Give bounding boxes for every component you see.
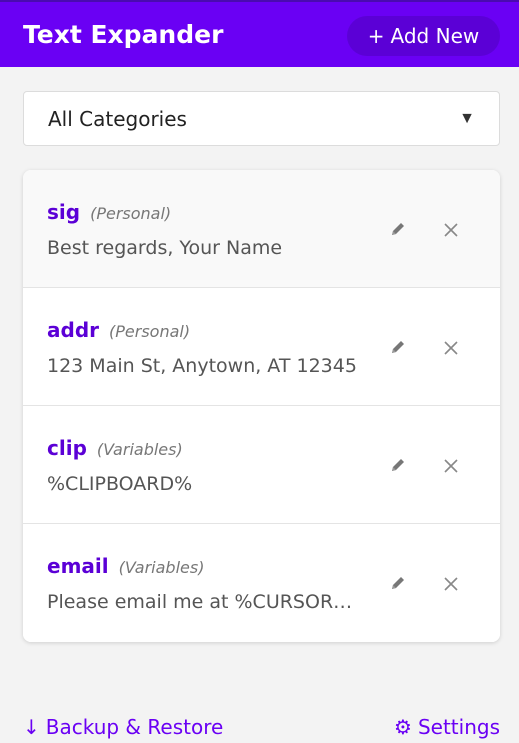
backup-restore-label: Backup & Restore [45,715,224,739]
settings-link[interactable]: ⚙ Settings [394,715,500,739]
snippet-category: (Variables) [118,558,205,577]
chevron-down-icon: ▼ [459,109,475,127]
snippet-row-addr[interactable]: addr (Personal) 123 Main St, Anytown, AT … [23,288,500,406]
snippet-expansion: 123 Main St, Anytown, AT 12345 [47,355,357,377]
snippet-shortcut: clip [47,436,87,460]
edit-icon[interactable] [387,572,409,594]
download-arrow-icon: ↓ [23,715,40,739]
snippet-list: sig (Personal) Best regards, Your Name ad… [23,170,500,642]
snippet-row-sig[interactable]: sig (Personal) Best regards, Your Name [23,170,500,288]
add-new-label: Add New [390,24,480,48]
add-new-button[interactable]: + Add New [347,16,500,56]
app-title: Text Expander [23,20,224,49]
edit-icon[interactable] [387,454,409,476]
settings-label: Settings [417,715,500,739]
plus-icon: + [367,24,385,48]
snippet-expansion: Please email me at %CURSOR%... [47,591,367,613]
snippet-shortcut: email [47,554,109,578]
category-filter-select[interactable]: All Categories ▼ [23,91,500,146]
edit-icon[interactable] [387,218,409,240]
snippet-expansion: %CLIPBOARD% [47,473,193,495]
snippet-row-clip[interactable]: clip (Variables) %CLIPBOARD% [23,406,500,524]
delete-icon[interactable] [440,337,462,359]
delete-icon[interactable] [440,219,462,241]
snippet-row-email[interactable]: email (Variables) Please email me at %CUR… [23,524,500,642]
category-filter-value: All Categories [48,106,187,131]
gear-icon: ⚙ [394,715,412,739]
snippet-shortcut: addr [47,318,99,342]
delete-icon[interactable] [440,573,462,595]
snippet-category: (Personal) [109,322,191,341]
edit-icon[interactable] [387,336,409,358]
snippet-shortcut: sig [47,200,81,224]
app-header: Text Expander + Add New [0,0,519,67]
backup-restore-link[interactable]: ↓ Backup & Restore [23,715,223,739]
snippet-expansion: Best regards, Your Name [47,237,283,259]
delete-icon[interactable] [440,455,462,477]
snippet-category: (Variables) [96,440,183,459]
snippet-category: (Personal) [90,204,172,223]
